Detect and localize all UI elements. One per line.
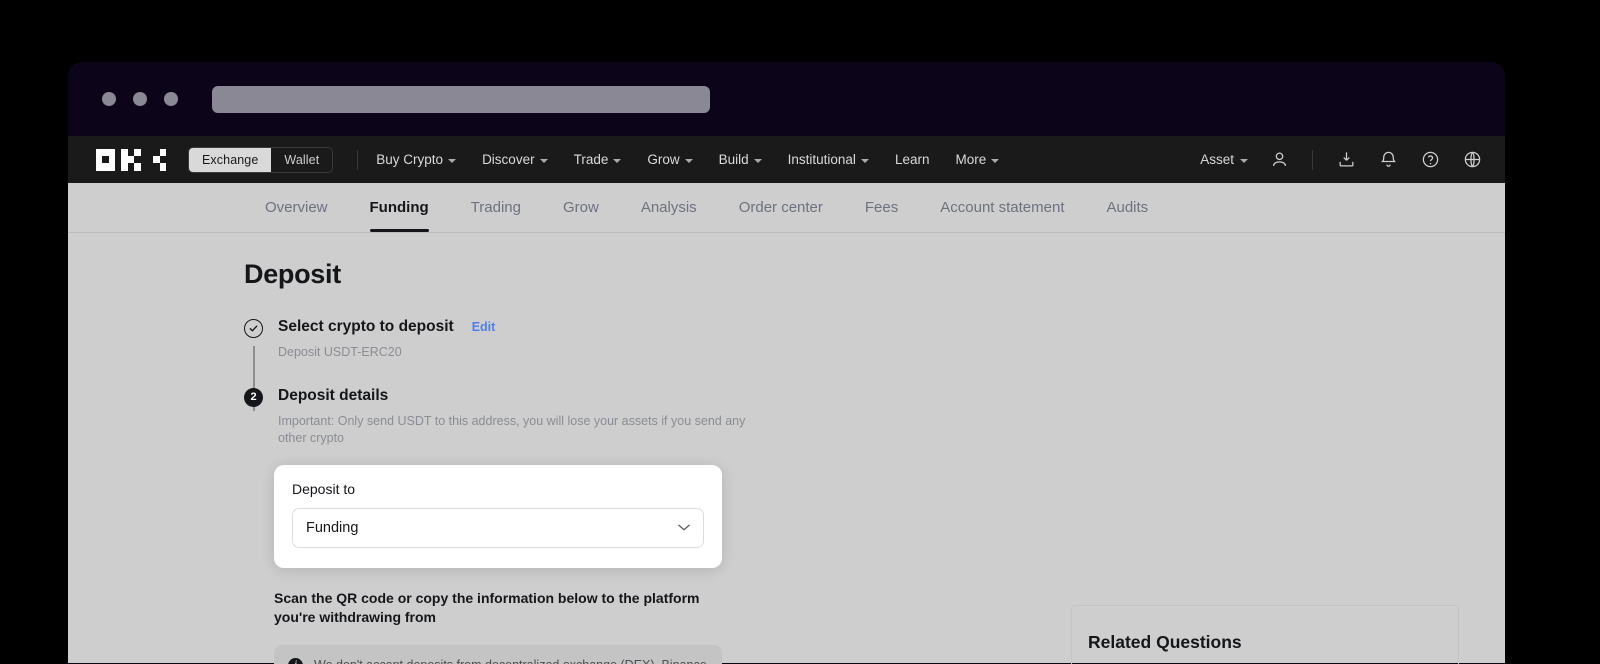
address-bar[interactable] bbox=[212, 85, 710, 113]
browser-window: Exchange Wallet Buy Crypto Discover Trad… bbox=[68, 62, 1505, 664]
minimize-window-dot[interactable] bbox=[133, 92, 147, 106]
step2-title-row: Deposit details bbox=[278, 387, 1465, 405]
maximize-window-dot[interactable] bbox=[164, 92, 178, 106]
chevron-down-icon bbox=[613, 158, 622, 163]
chevron-down-icon bbox=[448, 158, 457, 163]
main-content: Deposit Select crypto to deposit Edit De… bbox=[68, 259, 1505, 664]
tab-order-center[interactable]: Order center bbox=[718, 183, 844, 232]
page-body: Deposit Select crypto to deposit Edit De… bbox=[68, 233, 1505, 664]
browser-chrome bbox=[68, 62, 1505, 136]
nav-item-grow[interactable]: Grow bbox=[647, 152, 693, 167]
toggle-wallet[interactable]: Wallet bbox=[271, 147, 333, 172]
deposit-steps: Select crypto to deposit Edit Deposit US… bbox=[244, 318, 1465, 447]
globe-icon[interactable] bbox=[1461, 149, 1483, 171]
nav-item-buy-crypto[interactable]: Buy Crypto bbox=[376, 152, 457, 167]
scan-text-or: or bbox=[397, 589, 412, 606]
scan-text-part1: Scan the QR code bbox=[274, 589, 398, 606]
okx-logo-icon[interactable] bbox=[96, 148, 166, 171]
tab-grow[interactable]: Grow bbox=[542, 183, 620, 232]
nav-label: Institutional bbox=[787, 152, 856, 167]
page-title: Deposit bbox=[244, 259, 341, 289]
tab-fees[interactable]: Fees bbox=[844, 183, 919, 232]
chevron-down-icon bbox=[860, 158, 869, 163]
nav-label: Grow bbox=[647, 152, 680, 167]
screen-backdrop: Exchange Wallet Buy Crypto Discover Trad… bbox=[0, 0, 1600, 664]
download-icon[interactable] bbox=[1335, 149, 1357, 171]
nav-item-learn[interactable]: Learn bbox=[895, 152, 930, 167]
tab-account-statement[interactable]: Account statement bbox=[919, 183, 1085, 232]
window-controls[interactable] bbox=[102, 92, 178, 106]
primary-nav-links: Buy Crypto Discover Trade Grow Build Ins… bbox=[376, 152, 1000, 167]
nav-divider-right bbox=[1312, 149, 1313, 170]
nav-item-institutional[interactable]: Institutional bbox=[788, 152, 869, 167]
chevron-down-icon bbox=[991, 158, 1000, 163]
step2-title: Deposit details bbox=[278, 386, 389, 404]
nav-label: More bbox=[955, 152, 987, 167]
deposit-to-select[interactable]: Funding bbox=[292, 507, 704, 548]
related-questions-title: Related Questions bbox=[1088, 632, 1242, 652]
step2-number-badge: 2 bbox=[244, 387, 263, 407]
nav-label: Buy Crypto bbox=[376, 152, 444, 167]
tab-overview[interactable]: Overview bbox=[244, 183, 349, 232]
nav-label: Discover bbox=[482, 152, 535, 167]
nav-item-more[interactable]: More bbox=[955, 152, 1000, 167]
nav-right-actions: Asset bbox=[1200, 149, 1483, 171]
check-icon bbox=[244, 319, 263, 338]
close-window-dot[interactable] bbox=[102, 92, 116, 106]
user-icon[interactable] bbox=[1268, 149, 1290, 171]
step1-title-row: Select crypto to deposit Edit bbox=[278, 318, 1465, 336]
step1-title: Select crypto to deposit bbox=[278, 318, 454, 335]
chevron-down-icon bbox=[684, 158, 693, 163]
step1-subtitle: Deposit USDT-ERC20 bbox=[278, 345, 402, 359]
nav-item-trade[interactable]: Trade bbox=[574, 152, 622, 167]
info-icon: i bbox=[288, 658, 303, 664]
nav-label: Build bbox=[718, 152, 749, 167]
nav-item-build[interactable]: Build bbox=[719, 152, 762, 167]
chevron-down-icon bbox=[1240, 158, 1248, 163]
nav-item-discover[interactable]: Discover bbox=[482, 152, 548, 167]
edit-link[interactable]: Edit bbox=[472, 320, 496, 334]
related-questions-panel: Related Questions How do I deposit crypt… bbox=[1071, 605, 1459, 664]
tab-trading[interactable]: Trading bbox=[450, 183, 542, 232]
account-tab-bar: Overview Funding Trading Grow Analysis O… bbox=[68, 183, 1505, 233]
help-icon[interactable] bbox=[1419, 149, 1441, 171]
deposit-to-card: Deposit to Funding bbox=[274, 464, 722, 568]
step2-subtitle: Important: Only send USDT to this addres… bbox=[278, 413, 746, 445]
deposit-to-value: Funding bbox=[306, 519, 359, 536]
asset-label: Asset bbox=[1200, 152, 1234, 167]
step-deposit-details: 2 Deposit details Important: Only send U… bbox=[244, 387, 1465, 447]
nav-item-asset[interactable]: Asset bbox=[1200, 152, 1248, 167]
nav-divider bbox=[357, 149, 359, 170]
step-select-crypto: Select crypto to deposit Edit Deposit US… bbox=[244, 318, 1465, 361]
chevron-down-icon bbox=[678, 524, 690, 531]
nav-label: Learn bbox=[894, 152, 930, 167]
okx-top-navigation: Exchange Wallet Buy Crypto Discover Trad… bbox=[68, 136, 1505, 183]
chevron-down-icon bbox=[539, 158, 548, 163]
scan-instructions: Scan the QR code or copy the information… bbox=[274, 589, 704, 628]
bell-icon[interactable] bbox=[1377, 149, 1399, 171]
tab-analysis[interactable]: Analysis bbox=[620, 183, 718, 232]
notice-text: We don't accept deposits from decentrali… bbox=[314, 657, 707, 664]
chevron-down-icon bbox=[753, 158, 762, 163]
exchange-wallet-toggle[interactable]: Exchange Wallet bbox=[188, 146, 334, 173]
tab-funding[interactable]: Funding bbox=[349, 183, 450, 232]
tab-audits[interactable]: Audits bbox=[1085, 183, 1169, 232]
dex-notice-banner: i We don't accept deposits from decentra… bbox=[274, 645, 722, 664]
nav-label: Trade bbox=[573, 152, 609, 167]
toggle-exchange[interactable]: Exchange bbox=[189, 147, 272, 172]
deposit-to-label: Deposit to bbox=[292, 480, 356, 497]
